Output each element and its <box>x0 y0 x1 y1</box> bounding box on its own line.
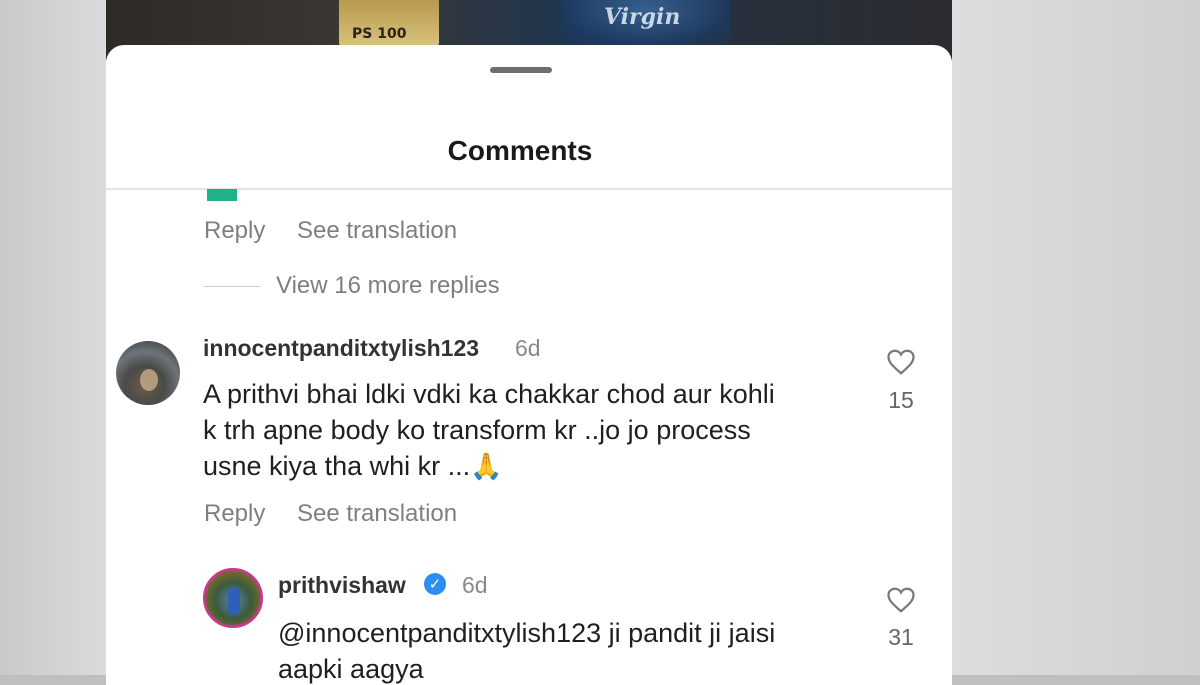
reply-timestamp: 6d <box>462 572 488 598</box>
avatar-figure <box>140 369 158 391</box>
folded-hands-emoji: 🙏 <box>470 451 503 481</box>
price-tag-text: PS 100 <box>352 26 407 42</box>
jersey-brand-text: Virgin <box>604 4 681 30</box>
heart-icon[interactable] <box>886 348 916 376</box>
comment-timestamp: 6d <box>515 335 541 361</box>
background-left <box>0 0 106 675</box>
comments-sheet: Comments Reply See translation View 16 m… <box>106 45 952 685</box>
comment-line-2: k trh apne body ko transform kr ..jo jo … <box>203 415 751 445</box>
comment-line-3: usne kiya tha whi kr ...🙏 <box>203 448 883 484</box>
comment-line-3-text: usne kiya tha whi kr ... <box>203 451 471 481</box>
see-translation-button[interactable]: See translation <box>297 500 457 528</box>
drag-handle[interactable] <box>490 67 552 73</box>
reply-button[interactable]: Reply <box>204 217 265 245</box>
view-more-replies-button[interactable]: View 16 more replies <box>276 272 500 300</box>
background-right <box>952 0 1200 675</box>
reply-button[interactable]: Reply <box>204 500 265 528</box>
replies-divider-line <box>204 286 260 287</box>
see-translation-button[interactable]: See translation <box>297 217 457 245</box>
comment-like-count: 15 <box>888 387 914 413</box>
comment-line-1: A prithvi bhai ldki vdki ka chakkar chod… <box>203 379 775 409</box>
reply-avatar[interactable] <box>203 568 263 628</box>
avatar[interactable] <box>116 341 180 405</box>
reply-username[interactable]: prithvishaw <box>278 572 406 599</box>
reply-line-2: aapki aagya <box>278 654 424 684</box>
price-tag-image: PS 100 <box>339 0 439 46</box>
comment-text: A prithvi bhai ldki vdki ka chakkar chod… <box>203 376 883 484</box>
cut-off-emoji <box>207 189 237 201</box>
comment-username[interactable]: innocentpanditxtylish123 <box>203 335 479 362</box>
sheet-title: Comments <box>447 135 593 166</box>
heart-icon[interactable] <box>886 586 916 614</box>
avatar-figure <box>228 587 240 615</box>
reply-line-1: @innocentpanditxtylish123 ji pandit ji j… <box>278 618 776 648</box>
reply-like-count: 31 <box>888 624 914 650</box>
verified-badge-icon: ✓ <box>424 573 446 595</box>
